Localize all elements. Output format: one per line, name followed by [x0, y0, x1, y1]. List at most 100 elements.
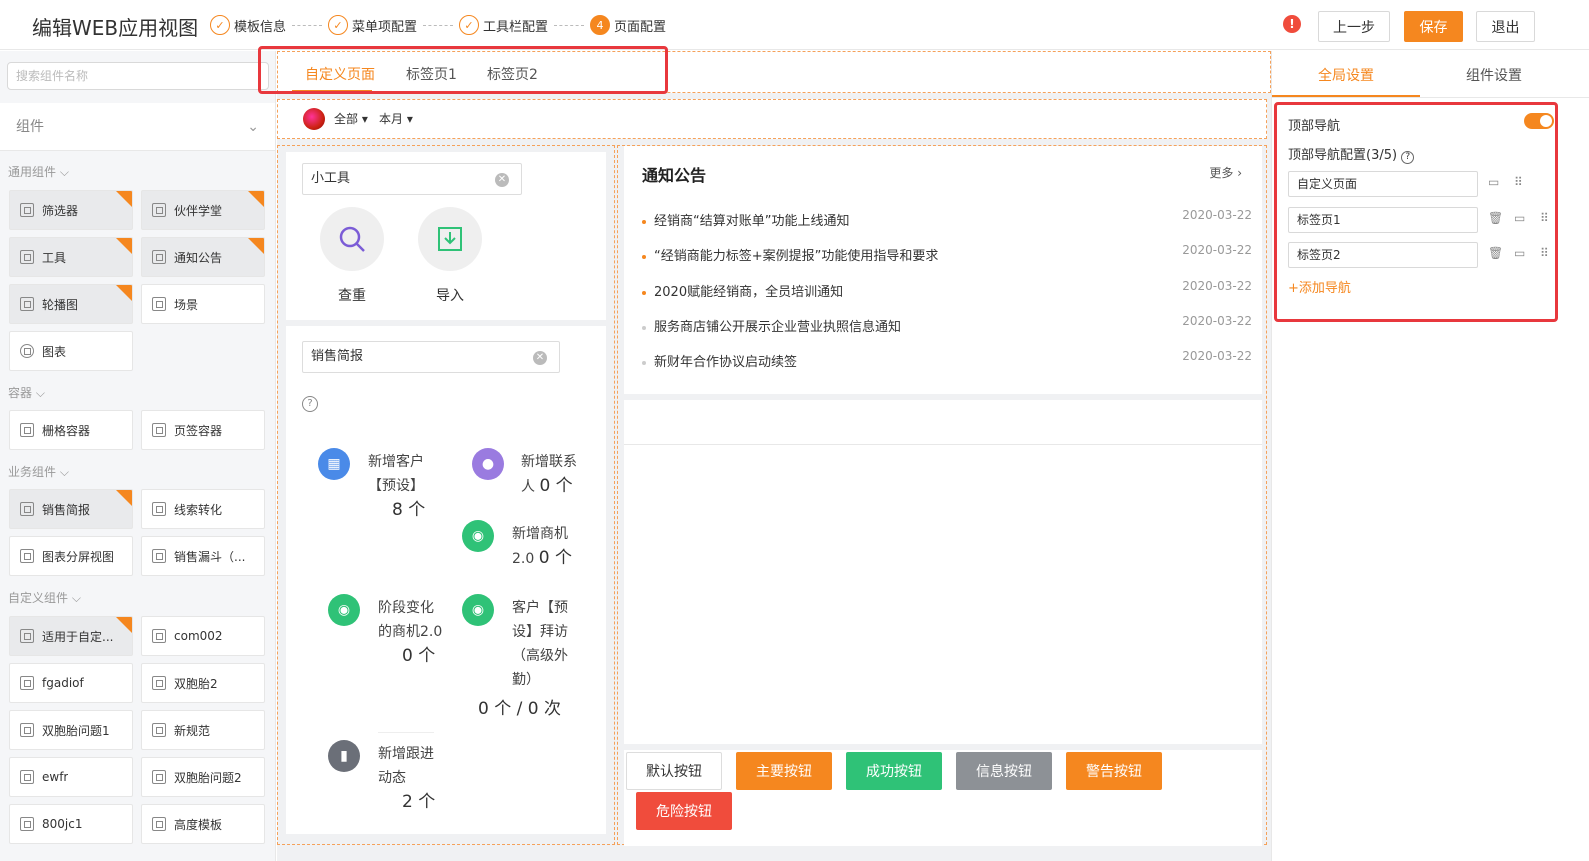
component-item[interactable]: 工具: [9, 237, 133, 277]
component-icon: [20, 770, 34, 784]
primary-button[interactable]: 主要按钮: [736, 752, 832, 790]
component-icon: [152, 250, 166, 264]
tools-card-title-input[interactable]: 小工具 ✕: [302, 163, 522, 195]
corner-badge: [248, 238, 264, 254]
group-title[interactable]: 容器 ⌵: [8, 384, 45, 401]
component-icon: [152, 817, 166, 831]
component-item[interactable]: 轮播图: [9, 284, 133, 324]
tool-duplicate-check[interactable]: 查重: [320, 207, 384, 305]
corner-badge: [116, 490, 132, 506]
scope-select[interactable]: 全部 ▾: [334, 110, 368, 127]
sales-card-title-input[interactable]: 销售简报 ✕: [302, 341, 560, 373]
tab-component-settings[interactable]: 组件设置: [1466, 65, 1522, 85]
step-menu-config[interactable]: ✓ 菜单项配置: [328, 15, 417, 35]
metric-new-followups: 新增跟进 动态 2 个: [378, 746, 436, 812]
group-title[interactable]: 通用组件 ⌵: [8, 163, 69, 180]
tab-global-settings[interactable]: 全局设置: [1318, 65, 1374, 85]
step-toolbar-config[interactable]: ✓ 工具栏配置: [459, 15, 548, 35]
search-icon: [320, 207, 384, 271]
component-item[interactable]: 页签容器: [141, 410, 265, 450]
save-button[interactable]: 保存: [1404, 11, 1463, 42]
component-item[interactable]: 线索转化: [141, 489, 265, 529]
bullet-icon: [642, 360, 646, 365]
steps-bar: ✓ 模板信息 ✓ 菜单项配置 ✓ 工具栏配置 4 页面配置: [210, 15, 666, 35]
check-icon: ✓: [459, 15, 480, 35]
component-section-header[interactable]: 组件 ⌄: [0, 103, 275, 151]
metric-customer-visits: 客户【预 设】拜访 （高级外 勤）: [512, 600, 568, 688]
divider: [1272, 97, 1589, 98]
success-button[interactable]: 成功按钮: [846, 752, 942, 790]
component-item[interactable]: 栅格容器: [9, 410, 133, 450]
notice-card: 通知公告 更多 › 经销商“结算对账单”功能上线通知 2020-03-22 “经销…: [624, 146, 1262, 394]
tool-import[interactable]: 导入: [418, 207, 482, 305]
tool-icon: [20, 250, 34, 264]
component-item[interactable]: 筛选器: [9, 190, 133, 230]
clear-icon[interactable]: ✕: [533, 351, 547, 365]
component-item[interactable]: 高度模板: [141, 804, 265, 844]
bullet-icon: [642, 290, 646, 295]
component-icon: [20, 502, 34, 516]
component-icon: [152, 770, 166, 784]
prev-step-button[interactable]: 上一步: [1318, 11, 1390, 42]
location-icon: ◉: [462, 594, 494, 626]
component-icon: [20, 723, 34, 737]
component-item[interactable]: 双胞胎问题1: [9, 710, 133, 750]
step-page-config[interactable]: 4 页面配置: [590, 15, 666, 35]
component-item[interactable]: 图表分屏视图: [9, 536, 133, 576]
component-item[interactable]: 新规范: [141, 710, 265, 750]
component-item[interactable]: 销售漏斗（...: [141, 536, 265, 576]
location-icon: ◉: [328, 594, 360, 626]
help-icon[interactable]: ?: [302, 396, 318, 412]
step-divider: [423, 24, 454, 26]
period-select[interactable]: 本月 ▾: [379, 110, 413, 127]
bullet-icon: [642, 325, 646, 330]
check-icon: ✓: [328, 15, 349, 35]
notice-title: 通知公告: [642, 166, 707, 185]
avatar[interactable]: [303, 108, 325, 130]
component-icon: [152, 723, 166, 737]
component-item[interactable]: 双胞胎2: [141, 663, 265, 703]
warning-button[interactable]: 警告按钮: [1066, 752, 1162, 790]
notice-item[interactable]: 服务商店铺公开展示企业营业执照信息通知 2020-03-22: [642, 314, 1252, 335]
component-item[interactable]: com002: [141, 616, 265, 656]
location-icon: ◉: [462, 520, 494, 552]
info-button[interactable]: 信息按钮: [956, 752, 1052, 790]
component-icon: [152, 676, 166, 690]
component-item[interactable]: fgadiof: [9, 663, 133, 703]
component-item[interactable]: 适用于自定...: [9, 616, 133, 656]
group-title[interactable]: 自定义组件 ⌵: [8, 589, 81, 606]
component-item[interactable]: 伙伴学堂: [141, 190, 265, 230]
component-item[interactable]: 双胞胎问题2: [141, 757, 265, 797]
metric-customer-visits-value: 0 个 / 0 次: [478, 699, 561, 719]
component-item[interactable]: ewfr: [9, 757, 133, 797]
sales-brief-card: 销售简报 ✕ ? ▦ 新增客户 【预设】 8 个 ● 新增联系人 0 个 ◉ 新增商机…: [286, 326, 606, 834]
danger-button[interactable]: 危险按钮: [636, 792, 732, 830]
component-search-input[interactable]: 搜索组件名称: [7, 62, 269, 90]
component-item[interactable]: 800jc1: [9, 804, 133, 844]
right-column-container: 通知公告 更多 › 经销商“结算对账单”功能上线通知 2020-03-22 “经销…: [617, 145, 1267, 846]
component-item[interactable]: 场景: [141, 284, 265, 324]
component-icon: [20, 817, 34, 831]
notice-item[interactable]: “经销商能力标签+案例提报”功能使用指导和要求 2020-03-22: [642, 243, 1252, 264]
tools-card: 小工具 ✕ 查重 导入: [286, 152, 606, 320]
component-item[interactable]: 销售简报: [9, 489, 133, 529]
filter-icon: [20, 203, 34, 217]
step-template-info[interactable]: ✓ 模板信息: [210, 15, 286, 35]
corner-badge: [248, 191, 264, 207]
default-button[interactable]: 默认按钮: [626, 752, 722, 790]
clear-icon[interactable]: ✕: [495, 173, 509, 187]
highlight-box: [1274, 102, 1558, 322]
corner-badge: [116, 238, 132, 254]
notice-item[interactable]: 新财年合作协议启动续签 2020-03-22: [642, 349, 1252, 370]
warning-icon[interactable]: !: [1283, 15, 1301, 33]
component-icon: [152, 423, 166, 437]
group-title[interactable]: 业务组件 ⌵: [8, 463, 69, 480]
component-sidebar: 搜索组件名称 组件 ⌄ 通用组件 ⌵ 筛选器 伙伴学堂 工具 通知公告 轮播图 场…: [0, 51, 276, 861]
notice-item[interactable]: 经销商“结算对账单”功能上线通知 2020-03-22: [642, 208, 1252, 229]
exit-button[interactable]: 退出: [1476, 11, 1535, 42]
chart-icon: [20, 344, 34, 358]
notice-item[interactable]: 2020赋能经销商，全员培训通知 2020-03-22: [642, 279, 1252, 300]
component-item[interactable]: 图表: [9, 331, 133, 371]
component-item[interactable]: 通知公告: [141, 237, 265, 277]
notice-more-link[interactable]: 更多 ›: [1209, 164, 1242, 181]
